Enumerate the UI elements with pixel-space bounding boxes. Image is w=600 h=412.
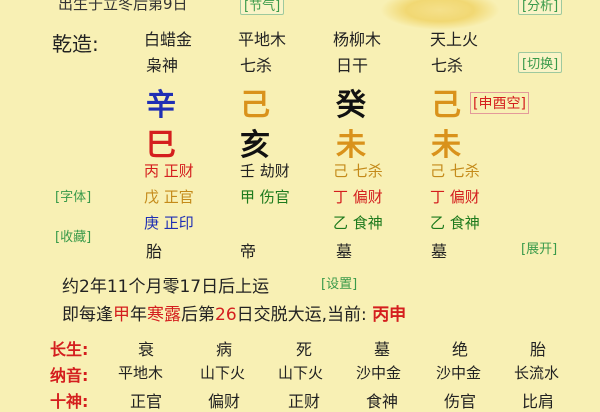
dayun-nayin: 山下火 (200, 364, 246, 382)
fenxi-button[interactable]: [分析] (518, 0, 563, 15)
dayun-nayin: 长流水 (514, 364, 560, 382)
hidden-stem: 戊 正官 (144, 188, 194, 206)
stem-month: 己 (240, 88, 270, 123)
hidden-stem: 甲 伤官 (240, 188, 290, 206)
shangyun-text: 约2年11个月零17日后上运 (62, 277, 270, 297)
dayun-changsheng: 死 (296, 340, 313, 359)
qiehuan-button[interactable]: [切换] (518, 52, 563, 73)
shoucang-button[interactable]: [收藏] (52, 226, 94, 245)
dayun-changsheng: 绝 (452, 340, 469, 359)
shishen-month: 七杀 (240, 56, 273, 75)
dayun-nayin: 平地木 (118, 364, 164, 382)
nayin-day: 杨柳木 (333, 30, 382, 49)
nayin-row-label: 纳音: (50, 366, 89, 385)
shishen-year: 枭神 (146, 56, 179, 75)
kongwang-badge[interactable]: [申酉空] (470, 92, 529, 114)
dayun-changsheng: 胎 (530, 340, 547, 359)
branch-year: 巳 (146, 128, 176, 163)
shezhi-button[interactable]: [设置] (318, 273, 360, 292)
hidden-stem: 己 七杀 (333, 162, 383, 180)
hidden-stem: 乙 食神 (430, 214, 480, 232)
dayun-nayin: 沙中金 (436, 364, 482, 382)
shishen-day: 日干 (336, 56, 369, 75)
dayun-changsheng: 墓 (374, 340, 391, 359)
shishen-hour: 七杀 (431, 56, 464, 75)
hidden-stem: 丁 偏财 (430, 188, 480, 206)
hidden-stem: 己 七杀 (430, 162, 480, 180)
dayun-changsheng: 衰 (138, 340, 155, 359)
changsheng-row-label: 长生: (50, 340, 89, 359)
qianzao-label: 乾造: (52, 32, 99, 56)
dayun-shishen: 比肩 (522, 392, 555, 411)
nayin-hour: 天上火 (430, 30, 479, 49)
stem-hour: 己 (431, 88, 461, 123)
hidden-stem: 乙 食神 (333, 214, 383, 232)
jiaoyun-text: 即每逢甲年寒露后第26日交脱大运,当前: 丙申 (62, 305, 407, 325)
zhankai-button[interactable]: [展开] (518, 238, 560, 257)
dayun-changsheng: 病 (216, 340, 233, 359)
hidden-stem: 壬 劫财 (240, 162, 290, 180)
changsheng-year: 胎 (146, 242, 163, 261)
hidden-stem: 庚 正印 (144, 214, 194, 232)
shishen-row-label: 十神: (50, 392, 89, 411)
dayun-shishen: 偏财 (208, 392, 241, 411)
hidden-stem: 丁 偏财 (333, 188, 383, 206)
nayin-year: 白蜡金 (144, 30, 193, 49)
ziti-button[interactable]: [字体] (52, 186, 94, 205)
changsheng-day: 墓 (336, 242, 353, 261)
dayun-shishen: 伤官 (444, 392, 477, 411)
branch-month: 亥 (240, 128, 270, 163)
dayun-shishen: 食神 (366, 392, 399, 411)
changsheng-month: 帝 (240, 242, 257, 261)
dayun-nayin: 山下火 (278, 364, 324, 382)
branch-day: 未 (336, 128, 366, 163)
jieqi-button[interactable]: [节气] (240, 0, 285, 15)
dayun-shishen: 正官 (130, 392, 163, 411)
nayin-month: 平地木 (238, 30, 287, 49)
changsheng-hour: 墓 (431, 242, 448, 261)
stem-day: 癸 (336, 88, 366, 123)
dayun-shishen: 正财 (288, 392, 321, 411)
dayun-nayin: 沙中金 (356, 364, 402, 382)
branch-hour: 未 (431, 128, 461, 163)
stem-year: 辛 (146, 88, 176, 123)
hidden-stem: 丙 正财 (144, 162, 194, 180)
birth-info-text: 出生于立冬后第9日 (58, 0, 188, 13)
